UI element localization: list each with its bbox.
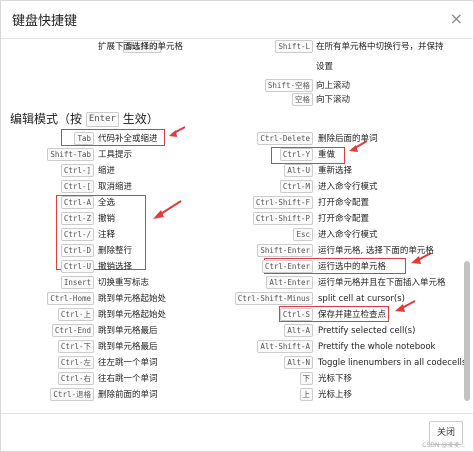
shortcut-row: Esc: [1, 227, 313, 243]
dialog-header: 键盘快捷键 ×: [1, 1, 473, 39]
edit-mode-title-prefix: 编辑模式（按: [10, 112, 83, 126]
shortcut-desc: 运行选中的单元格: [318, 262, 387, 272]
shortcut-key: 下: [299, 372, 313, 385]
shortcut-desc: 进入命令行模式: [318, 230, 378, 240]
shortcut-key: Alt-N: [284, 356, 313, 369]
shortcut-key: Ctrl-M: [279, 180, 313, 193]
shortcut-key: Ctrl-Enter: [261, 260, 313, 273]
shortcut-key: Alt-Enter: [266, 276, 313, 289]
enter-key: Enter: [85, 112, 119, 127]
dialog-footer: 关闭 CSDN @凌凌...: [1, 413, 473, 452]
shortcut-desc: Toggle linenumbers in all codecells: [318, 358, 467, 368]
shortcut-row: Shift-L: [241, 39, 313, 55]
shortcut-desc: 向下滚动: [316, 95, 351, 105]
shortcut-desc: 设置: [316, 62, 334, 72]
shortcut-row: Ctrl-M: [1, 179, 313, 195]
shortcut-row: Alt-Enter: [1, 275, 313, 291]
shortcut-row: Ctrl-Shift-F: [1, 195, 313, 211]
shortcut-key: Ctrl-Delete: [257, 132, 313, 145]
shortcut-key: Shift-L: [275, 40, 313, 53]
shortcut-key: Shift-Enter: [257, 244, 313, 257]
shortcut-key: Ctrl-S: [279, 308, 313, 321]
keyboard-shortcuts-dialog: 键盘快捷键 × Shift-J 扩展下面选择的单元格 Shift-L 在所有单元…: [0, 0, 474, 452]
dialog-title: 键盘快捷键: [12, 14, 78, 29]
shortcut-key: Alt-Shift-A: [257, 340, 313, 353]
shortcut-row: Shift-Enter: [1, 243, 313, 259]
shortcut-row: Ctrl-Y: [1, 147, 313, 163]
close-icon[interactable]: ×: [450, 9, 463, 28]
shortcut-key: Ctrl-Y: [279, 148, 313, 161]
shortcut-key: Alt-A: [284, 324, 313, 337]
shortcut-key: Ctrl-Shift-P: [252, 212, 313, 225]
shortcut-desc: 光标上移: [318, 390, 353, 400]
shortcut-desc: Prettify selected cell(s): [318, 326, 416, 336]
shortcut-key: 上: [299, 388, 313, 401]
shortcut-desc: 进入命令行模式: [318, 182, 378, 192]
shortcut-row: Ctrl-Enter: [1, 259, 313, 275]
shortcut-row: 空格: [241, 92, 313, 108]
shortcuts-list[interactable]: Shift-J 扩展下面选择的单元格 Shift-L 在所有单元格中切换行号，并…: [1, 39, 473, 412]
shortcut-row: Alt-Shift-A: [1, 339, 313, 355]
shortcut-desc: 运行单元格, 选择下面的单元格: [318, 246, 434, 256]
shortcut-desc: 在所有单元格中切换行号，并保持: [316, 42, 444, 52]
shortcut-desc: 重新选择: [318, 166, 353, 176]
shortcut-row: Ctrl-Delete: [1, 131, 313, 147]
shortcut-key: Esc: [293, 228, 313, 241]
shortcut-key: Shift-空格: [264, 79, 313, 92]
shortcut-desc: 打开命令配置: [318, 214, 370, 224]
shortcut-desc: 保存并建立检查点: [318, 310, 387, 320]
shortcut-row: Alt-A: [1, 323, 313, 339]
shortcut-desc: 打开命令配置: [318, 198, 370, 208]
shortcut-key: Ctrl-Shift-Minus: [234, 292, 313, 305]
scrollbar-thumb[interactable]: [464, 261, 470, 401]
shortcut-row: Ctrl-Shift-Minus: [1, 291, 313, 307]
shortcut-row: Ctrl-S: [1, 307, 313, 323]
shortcut-key: Ctrl-Shift-F: [252, 196, 313, 209]
shortcut-row: Ctrl-Shift-P: [1, 211, 313, 227]
shortcut-desc: split cell at cursor(s): [318, 294, 405, 304]
edit-mode-heading: 编辑模式（按 Enter 生效）: [10, 110, 159, 127]
edit-mode-title-suffix: 生效）: [122, 112, 159, 126]
shortcut-desc: 扩展下面选择的单元格: [98, 42, 184, 52]
shortcut-row: Alt-N: [1, 355, 313, 371]
shortcut-desc: 运行单元格并且在下面插入单元格: [318, 278, 446, 288]
shortcut-desc: 重做: [318, 150, 336, 160]
shortcut-row: 下: [1, 371, 313, 387]
shortcut-desc: Prettify the whole notebook: [318, 342, 436, 352]
shortcut-desc: 删除后面的单词: [318, 134, 378, 144]
shortcut-desc: 光标下移: [318, 374, 353, 384]
watermark: CSDN @凌凌...: [422, 442, 465, 449]
shortcut-key: Alt-U: [284, 164, 313, 177]
shortcut-row: Alt-U: [1, 163, 313, 179]
shortcut-key: 空格: [292, 93, 313, 106]
shortcut-row: 上: [1, 387, 313, 403]
